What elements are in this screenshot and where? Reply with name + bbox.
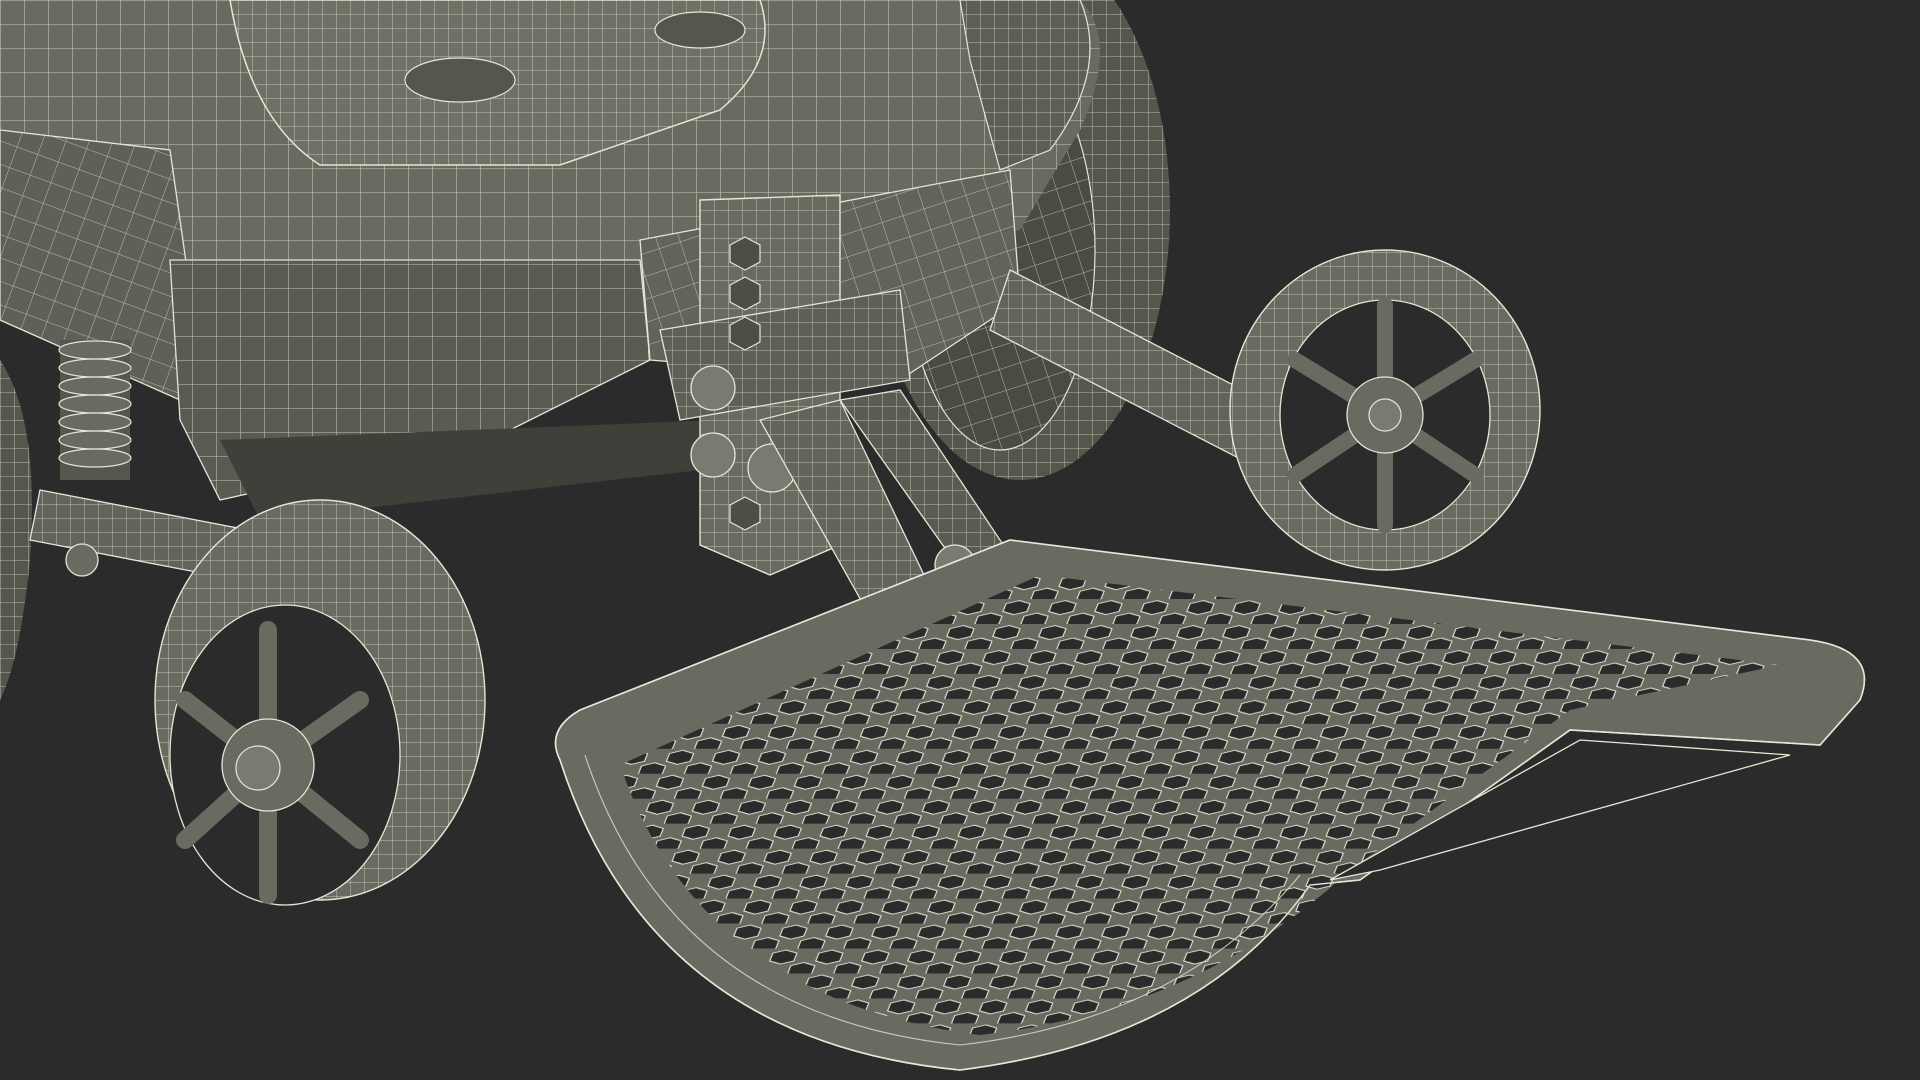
rear-left-tire <box>0 360 32 700</box>
front-left-wheel <box>154 499 486 906</box>
wireframe-render <box>0 0 1866 1071</box>
suspension-spring <box>58 340 132 480</box>
footrest-plate <box>554 539 1866 1071</box>
render-viewport <box>0 0 1920 1080</box>
front-right-wheel <box>1229 249 1541 571</box>
